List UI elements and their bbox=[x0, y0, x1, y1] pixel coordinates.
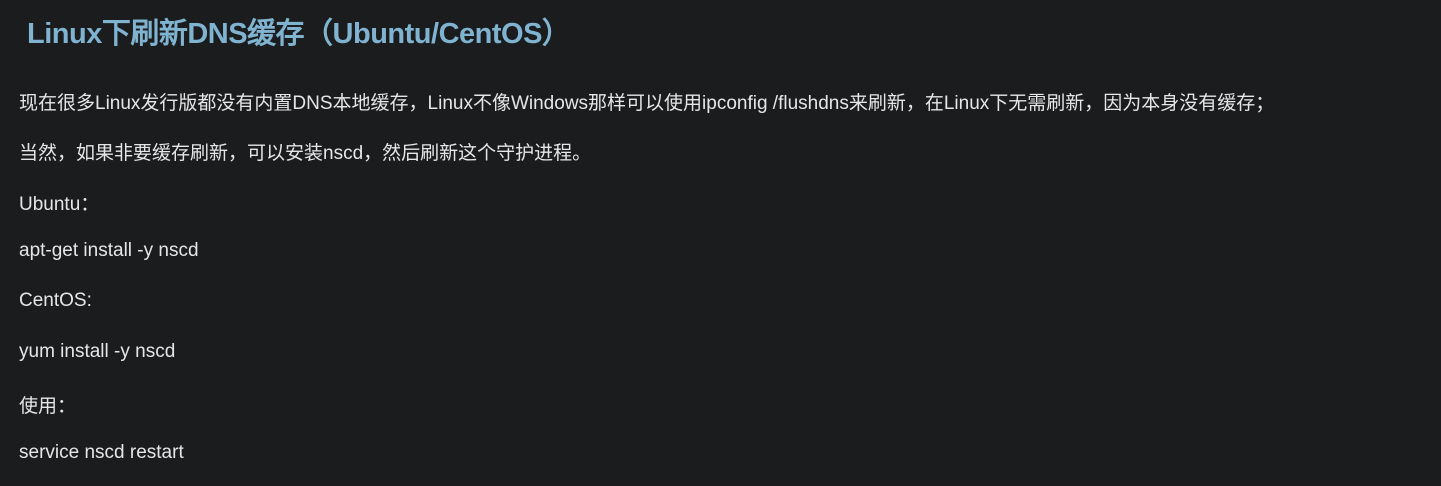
restart-command: service nscd restart bbox=[19, 442, 184, 463]
ubuntu-command: apt-get install -y nscd bbox=[19, 240, 199, 261]
article-title: Linux下刷新DNS缓存（Ubuntu/CentOS） bbox=[27, 18, 571, 50]
centos-command: yum install -y nscd bbox=[19, 341, 176, 362]
intro-paragraph: 现在很多Linux发行版都没有内置DNS本地缓存，Linux不像Windows那… bbox=[19, 93, 1275, 114]
centos-label: CentOS: bbox=[19, 290, 92, 311]
ubuntu-label: Ubuntu： bbox=[19, 194, 100, 215]
nscd-paragraph: 当然，如果非要缓存刷新，可以安装nscd，然后刷新这个守护进程。 bbox=[19, 143, 592, 164]
usage-label: 使用： bbox=[19, 396, 77, 417]
